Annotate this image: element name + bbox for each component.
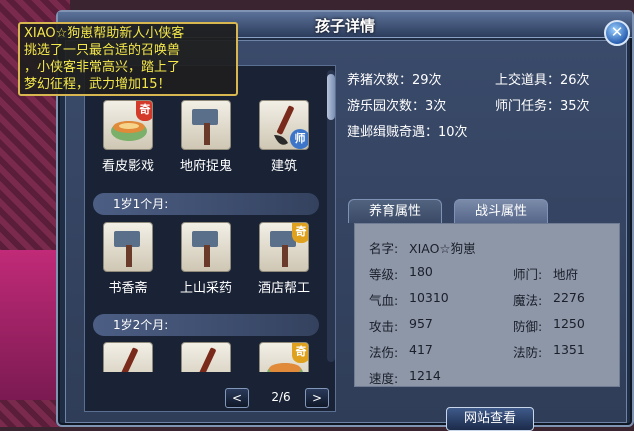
list-item-label: 酒店帮工 xyxy=(257,281,310,296)
attr-magic-def-label: 法防: xyxy=(513,345,543,360)
attr-hp-value: 10310 xyxy=(409,290,449,305)
attr-name-label: 名字: xyxy=(369,241,399,256)
attribute-panel: 名字: XIAO☆狗崽 等级: 180 师门: 地府 气血: 10310 魔法:… xyxy=(354,223,620,387)
hammer-icon xyxy=(181,222,231,272)
attr-atk-value: 957 xyxy=(409,316,433,331)
attr-hp-label: 气血: xyxy=(369,293,399,308)
tooltip-line: XIAO☆狗崽帮助新人小侠客 xyxy=(24,26,185,41)
brush-icon: 师 xyxy=(259,100,309,150)
hammer-icon xyxy=(181,100,231,150)
attr-mp-value: 2276 xyxy=(553,290,585,305)
tab-combat[interactable]: 战斗属性 xyxy=(454,199,548,223)
stat-park: 游乐园次数：3次 xyxy=(347,99,447,114)
list-item[interactable]: 师 建筑 xyxy=(249,100,319,174)
list-item[interactable]: 奇 酒店帮工 xyxy=(249,222,319,296)
page-indicator: 2/6 xyxy=(271,390,291,404)
attr-speed-value: 1214 xyxy=(409,368,441,383)
list-item-label: 建筑 xyxy=(270,159,297,174)
list-item-label: 地府捉鬼 xyxy=(179,159,232,174)
list-item[interactable]: 地府捉鬼 xyxy=(171,100,241,174)
rare-badge: 奇 xyxy=(292,223,308,243)
age-group-label: 1岁2个月: xyxy=(93,314,319,336)
rare-badge: 奇 xyxy=(292,343,308,363)
tooltip-line: ，小侠客非常高兴，踏上了 xyxy=(24,60,181,75)
activity-list: 奇 看皮影戏 地府捉鬼 师 建筑 1岁1个月: 书香斋 上山采药 奇 酒店帮工 … xyxy=(84,65,336,412)
age-group-label: 1岁1个月: xyxy=(93,193,319,215)
tooltip-message: XIAO☆狗崽帮助新人小侠客 挑选了一只最合适的召唤兽 ，小侠客非常高兴，踏上了… xyxy=(18,22,238,96)
attr-magic-dmg-label: 法伤: xyxy=(369,345,399,360)
scroll-thumb[interactable] xyxy=(327,74,335,120)
list-item[interactable]: 奇 看皮影戏 xyxy=(93,100,163,174)
attr-speed-label: 速度: xyxy=(369,371,399,386)
attr-name-value: XIAO☆狗崽 xyxy=(409,241,476,256)
list-item-label: 书香斋 xyxy=(108,281,148,296)
hammer-icon: 奇 xyxy=(259,222,309,272)
attr-mp-label: 魔法: xyxy=(513,293,543,308)
list-item[interactable]: 上山采药 xyxy=(171,222,241,296)
master-badge: 师 xyxy=(290,129,308,149)
tooltip-line: 挑选了一只最合适的召唤兽 xyxy=(24,43,181,58)
brush-icon xyxy=(103,342,153,372)
stat-feed-pig: 养猪次数：29次 xyxy=(347,73,442,88)
bowl-icon: 奇 xyxy=(103,100,153,150)
pagination: < 2/6 > xyxy=(225,388,335,408)
list-item-label: 上山采药 xyxy=(179,281,232,296)
attr-school-value: 地府 xyxy=(553,267,579,282)
brush-icon xyxy=(181,342,231,372)
hammer-icon xyxy=(103,222,153,272)
tooltip-line: 梦幻征程，武力增加15！ xyxy=(24,77,171,92)
attr-def-value: 1250 xyxy=(553,316,585,331)
list-item-label: 看皮影戏 xyxy=(101,159,154,174)
attr-magic-dmg-value: 417 xyxy=(409,342,433,357)
stat-master-task: 师门任务：35次 xyxy=(495,99,590,114)
attr-def-label: 防御: xyxy=(513,319,543,334)
view-website-button[interactable]: 网站查看 xyxy=(446,407,534,431)
attr-school-label: 师门: xyxy=(513,267,543,282)
stat-event: 建邺缉贼奇遇：10次 xyxy=(347,125,468,140)
prev-page-button[interactable]: < xyxy=(225,388,249,408)
attr-atk-label: 攻击: xyxy=(369,319,399,334)
window-body: 奇 看皮影戏 地府捉鬼 师 建筑 1岁1个月: 书香斋 上山采药 奇 酒店帮工 … xyxy=(65,40,627,431)
tab-nurture[interactable]: 养育属性 xyxy=(348,199,442,223)
list-item[interactable]: 书香斋 xyxy=(93,222,163,296)
rare-badge: 奇 xyxy=(136,101,152,121)
attr-level-label: 等级: xyxy=(369,267,399,282)
attr-level-value: 180 xyxy=(409,264,433,279)
bowl-icon: 奇 xyxy=(259,342,309,372)
next-page-button[interactable]: > xyxy=(305,388,329,408)
list-item[interactable] xyxy=(93,342,163,372)
stat-hand-in: 上交道具：26次 xyxy=(495,73,590,88)
list-scrollbar[interactable] xyxy=(327,70,335,362)
list-item[interactable] xyxy=(171,342,241,372)
close-icon[interactable]: ✕ xyxy=(604,20,630,46)
list-item[interactable]: 奇 xyxy=(249,342,319,372)
attr-magic-def-value: 1351 xyxy=(553,342,585,357)
